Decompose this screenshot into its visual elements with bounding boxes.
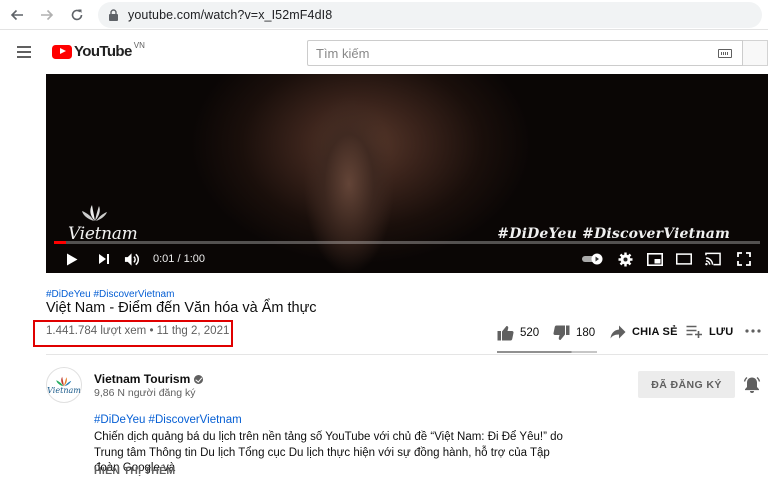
volume-icon[interactable]: [124, 251, 140, 267]
menu-icon[interactable]: [17, 46, 31, 58]
youtube-play-icon: [52, 44, 72, 59]
overlay-hashtags: #DiDeYeu #DiscoverVietnam: [497, 226, 730, 242]
verified-check-icon: [194, 374, 204, 384]
search-input[interactable]: [316, 45, 718, 61]
browser-toolbar: youtube.com/watch?v=x_I52mF4dI8: [0, 0, 768, 30]
time-display: 0:01 / 1:00: [153, 253, 205, 265]
autoplay-toggle-icon[interactable]: [582, 251, 604, 267]
next-icon[interactable]: [96, 251, 112, 267]
forward-arrow-icon[interactable]: [36, 4, 58, 26]
fullscreen-icon[interactable]: [736, 251, 752, 267]
country-code: VN: [133, 41, 145, 50]
lotus-icon: [82, 205, 107, 221]
highlight-box: [33, 320, 233, 347]
dislike-button[interactable]: 180: [553, 325, 595, 341]
video-player[interactable]: Vietnam #DiDeYeu #DiscoverVietnam 0:01 /…: [46, 74, 768, 273]
play-icon[interactable]: [64, 251, 80, 267]
search-button[interactable]: [743, 40, 768, 66]
player-controls: 0:01 / 1:00: [46, 244, 768, 273]
notification-bell-icon[interactable]: [743, 376, 761, 394]
like-ratio-bar: [497, 351, 597, 353]
thumbs-up-icon: [497, 326, 514, 341]
share-label: CHIA SẺ: [632, 326, 678, 338]
video-title: Việt Nam - Điểm đến Văn hóa và Ẩm thực: [46, 300, 317, 316]
channel-name[interactable]: Vietnam Tourism: [94, 372, 204, 386]
lock-icon: [109, 8, 118, 21]
cast-icon[interactable]: [705, 251, 721, 267]
url-text: youtube.com/watch?v=x_I52mF4dI8: [128, 7, 333, 22]
youtube-logo[interactable]: YouTube VN: [52, 41, 145, 60]
address-bar[interactable]: youtube.com/watch?v=x_I52mF4dI8: [98, 1, 762, 28]
back-arrow-icon[interactable]: [6, 4, 28, 26]
share-arrow-icon: [610, 325, 626, 339]
like-button[interactable]: 520: [497, 325, 539, 341]
add-to-playlist-icon: [686, 325, 702, 338]
description-hashtags[interactable]: #DiDeYeu #DiscoverVietnam: [94, 414, 242, 426]
subscriber-count: 9,86 N người đăng ký: [94, 387, 196, 399]
more-actions-icon[interactable]: [745, 328, 767, 334]
channel-avatar[interactable]: Vietnam: [46, 367, 82, 403]
theater-mode-icon[interactable]: [676, 251, 692, 267]
watermark-text: Vietnam: [68, 224, 138, 244]
save-label: LƯU: [709, 325, 734, 338]
dislike-count: 180: [576, 327, 596, 339]
share-button[interactable]: CHIA SẺ: [610, 325, 678, 339]
subscribed-button[interactable]: ĐÃ ĐĂNG KÝ: [638, 371, 735, 398]
like-count: 520: [520, 327, 540, 339]
reload-icon[interactable]: [66, 4, 88, 26]
thumbs-down-icon: [553, 325, 570, 340]
settings-gear-icon[interactable]: [617, 251, 633, 267]
show-more-button[interactable]: HIỂN THỊ THÊM: [94, 465, 175, 477]
miniplayer-icon[interactable]: [647, 251, 663, 267]
avatar-text: Vietnam: [47, 385, 81, 395]
lotus-icon: [56, 376, 72, 386]
search-box: [307, 40, 743, 66]
youtube-header: YouTube VN: [0, 31, 768, 75]
save-button[interactable]: LƯU: [686, 325, 733, 338]
divider: [46, 354, 768, 355]
logo-text: YouTube: [74, 43, 132, 60]
channel-name-text: Vietnam Tourism: [94, 372, 191, 386]
video-hashtags[interactable]: #DiDeYeu #DiscoverVietnam: [46, 289, 174, 300]
vietnam-watermark: Vietnam: [68, 204, 138, 244]
keyboard-icon[interactable]: [718, 48, 732, 58]
